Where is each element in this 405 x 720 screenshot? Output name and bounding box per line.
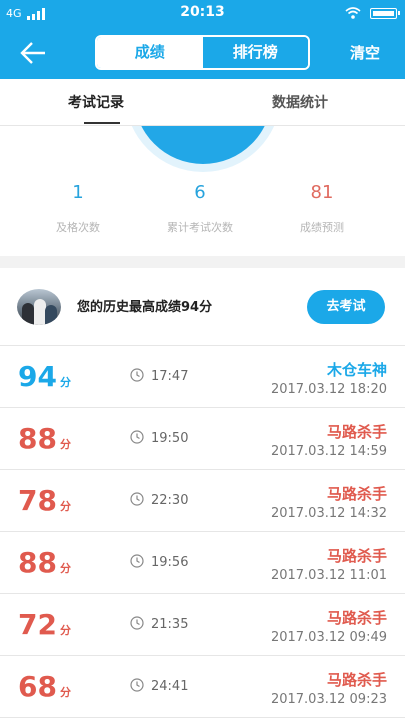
record-title: 马路杀手 bbox=[326, 547, 387, 565]
stat-pass-count: 1 及格次数 bbox=[13, 182, 143, 235]
record-date: 2017.03.12 14:32 bbox=[270, 506, 387, 521]
record-duration: 17:47 bbox=[151, 369, 189, 384]
back-arrow-icon[interactable] bbox=[18, 38, 48, 68]
record-score: 78 分 bbox=[18, 484, 71, 517]
record-date: 2017.03.12 11:01 bbox=[270, 568, 387, 583]
record-duration: 19:50 bbox=[151, 431, 189, 446]
record-title: 马路杀手 bbox=[326, 671, 387, 689]
record-duration: 21:35 bbox=[151, 617, 189, 632]
score-unit: 分 bbox=[59, 562, 71, 575]
score-unit: 分 bbox=[59, 500, 71, 513]
clock-icon bbox=[130, 678, 144, 692]
stat-label: 累计考试次数 bbox=[167, 221, 233, 234]
stat-label: 成绩预测 bbox=[300, 221, 344, 234]
stats-panel: 1 及格次数 6 累计考试次数 81 成绩预测 bbox=[0, 126, 405, 256]
record-duration: 19:56 bbox=[151, 555, 189, 570]
section-separator bbox=[0, 256, 405, 268]
sub-tabs: 考试记录 数据统计 bbox=[0, 79, 405, 125]
exam-record-list: 94 分 17:47 木仓车神 2017.03.12 18:20 88 分 19:5… bbox=[0, 346, 405, 718]
best-score-banner: 您的历史最高成绩94分 去考试 bbox=[0, 268, 405, 346]
record-date: 2017.03.12 14:59 bbox=[270, 444, 387, 459]
record-score: 88 分 bbox=[18, 422, 71, 455]
record-score: 94 分 bbox=[18, 360, 71, 393]
record-row[interactable]: 88 分 19:50 马路杀手 2017.03.12 14:59 bbox=[0, 408, 405, 470]
stat-total-exams: 6 累计考试次数 bbox=[135, 182, 265, 235]
segment-scores[interactable]: 成绩 bbox=[97, 37, 203, 68]
wifi-icon bbox=[345, 7, 361, 19]
take-exam-button[interactable]: 去考试 bbox=[307, 290, 385, 324]
score-unit: 分 bbox=[59, 686, 71, 699]
record-date: 2017.03.12 18:20 bbox=[270, 382, 387, 397]
clock-icon bbox=[130, 430, 144, 444]
battery-icon bbox=[370, 8, 400, 19]
record-title: 马路杀手 bbox=[326, 609, 387, 627]
record-score: 88 分 bbox=[18, 546, 71, 579]
tab-indicator bbox=[84, 122, 120, 124]
record-date: 2017.03.12 09:23 bbox=[270, 692, 387, 707]
record-duration: 24:41 bbox=[151, 679, 189, 694]
score-unit: 分 bbox=[59, 624, 71, 637]
stat-score-prediction: 81 成绩预测 bbox=[257, 182, 387, 235]
record-row[interactable]: 94 分 17:47 木仓车神 2017.03.12 18:20 bbox=[0, 346, 405, 408]
segment-ranking[interactable]: 排行榜 bbox=[202, 37, 308, 68]
tab-data-stats[interactable]: 数据统计 bbox=[272, 92, 328, 112]
record-title: 木仓车神 bbox=[326, 361, 387, 379]
status-bar: 4G 20:13 bbox=[0, 0, 405, 26]
score-unit: 分 bbox=[59, 376, 71, 389]
stat-value: 1 bbox=[72, 182, 84, 203]
clock-icon bbox=[130, 368, 144, 382]
score-unit: 分 bbox=[59, 438, 71, 451]
record-score: 68 分 bbox=[18, 670, 71, 703]
stat-value: 6 bbox=[194, 182, 206, 203]
clear-button[interactable]: 清空 bbox=[350, 42, 380, 63]
clock-icon bbox=[130, 616, 144, 630]
best-score-text: 您的历史最高成绩94分 bbox=[77, 300, 213, 315]
tab-exam-records[interactable]: 考试记录 bbox=[68, 92, 124, 112]
stat-value: 81 bbox=[310, 182, 334, 203]
stat-label: 及格次数 bbox=[56, 221, 100, 234]
record-title: 马路杀手 bbox=[326, 423, 387, 441]
record-title: 马路杀手 bbox=[326, 485, 387, 503]
nav-bar: 成绩 排行榜 清空 bbox=[0, 26, 405, 79]
record-date: 2017.03.12 09:49 bbox=[270, 630, 387, 645]
record-score: 72 分 bbox=[18, 608, 71, 641]
avatar bbox=[17, 289, 61, 325]
record-row[interactable]: 72 分 21:35 马路杀手 2017.03.12 09:49 bbox=[0, 594, 405, 656]
record-duration: 22:30 bbox=[151, 493, 189, 508]
record-row[interactable]: 88 分 19:56 马路杀手 2017.03.12 11:01 bbox=[0, 532, 405, 594]
clock-icon bbox=[130, 554, 144, 568]
clock-icon bbox=[130, 492, 144, 506]
record-row[interactable]: 78 分 22:30 马路杀手 2017.03.12 14:32 bbox=[0, 470, 405, 532]
segment-control: 成绩 排行榜 bbox=[95, 35, 310, 70]
record-row[interactable]: 68 分 24:41 马路杀手 2017.03.12 09:23 bbox=[0, 656, 405, 718]
